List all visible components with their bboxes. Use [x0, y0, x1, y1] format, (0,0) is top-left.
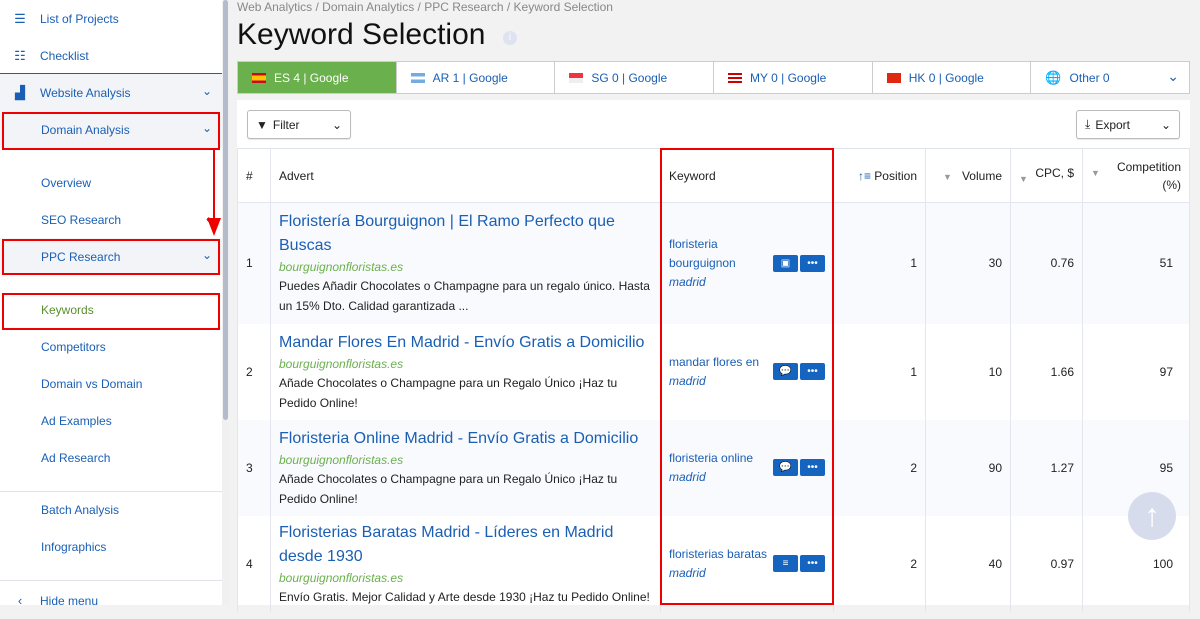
ad-url: bourguignonfloristas.es — [279, 570, 404, 585]
red-arrow — [207, 150, 221, 236]
tab-hk[interactable]: HK 0 | Google — [873, 62, 1032, 93]
cpc-value: 1.66 — [1010, 323, 1083, 420]
sidebar-scrollbar[interactable] — [222, 0, 229, 605]
search-engine-tabs: ES 4 | Google AR 1 | Google SG 0 | Googl… — [237, 61, 1190, 94]
analytics-icon: ▟ — [15, 84, 25, 100]
ad-title-link[interactable]: Floristerias Baratas Madrid - Líderes en… — [279, 521, 652, 569]
sort-icon: ▼ — [943, 171, 952, 182]
highlight-box — [2, 112, 220, 150]
competition-value: 97 — [1082, 323, 1190, 420]
tab-my[interactable]: MY 0 | Google — [714, 62, 873, 93]
advert-cell: Floristeria Online Madrid - Envío Gratis… — [270, 419, 661, 516]
chevron-down-icon: ⌄ — [1167, 68, 1180, 84]
checklist-icon: ☷ — [14, 47, 26, 63]
filter-button[interactable]: ▼ Filter ⌄ — [247, 110, 351, 139]
col-number: # — [237, 148, 271, 203]
col-cpc[interactable]: ▼ CPC, $ — [1010, 148, 1083, 203]
results-card: ▼ Filter ⌄ ⤓ Export ⌄ # Advert Keyword ↑≡ Po… — [237, 100, 1190, 612]
tab-es[interactable]: ES 4 | Google — [238, 62, 397, 93]
globe-icon: 🌐 — [1045, 69, 1062, 85]
ad-url: bourguignonfloristas.es — [279, 260, 404, 275]
chevron-down-icon: ⌄ — [1160, 117, 1171, 132]
sidebar-item-overview[interactable]: Overview — [0, 164, 222, 201]
sidebar-item-domain-vs-domain[interactable]: Domain vs Domain — [0, 365, 222, 402]
advert-cell: Mandar Flores En Madrid - Envío Gratis a… — [270, 323, 661, 420]
sidebar-item-competitors[interactable]: Competitors — [0, 328, 222, 365]
ad-description: Añade Chocolates o Champagne para un Reg… — [279, 375, 618, 410]
argentina-flag-icon — [410, 72, 425, 83]
volume-value: 90 — [925, 419, 1011, 516]
chevron-down-icon: ⌄ — [201, 84, 212, 98]
sidebar-item-seo-research[interactable]: SEO Research‹ — [0, 201, 222, 238]
export-button[interactable]: ⤓ Export ⌄ — [1076, 110, 1180, 139]
chevron-down-icon: ⌄ — [331, 117, 342, 132]
hide-menu-button[interactable]: ‹ Hide menu — [0, 582, 222, 619]
page-title: Keyword Selection — [237, 18, 486, 51]
col-advert: Advert — [270, 148, 661, 203]
advert-cell: Floristerias Baratas Madrid - Líderes en… — [270, 515, 661, 612]
sidebar-item-infographics[interactable]: Infographics — [0, 528, 222, 565]
row-number: 3 — [237, 419, 271, 516]
scroll-to-top-button[interactable]: ↑ — [1128, 492, 1176, 540]
sidebar: ☰ List of Projects ☷ Checklist ▟ Website An… — [0, 0, 222, 608]
ad-title-link[interactable]: Mandar Flores En Madrid - Envío Gratis a… — [279, 331, 652, 355]
cpc-value: 0.97 — [1010, 515, 1083, 612]
competition-value: 51 — [1082, 202, 1190, 324]
volume-value: 30 — [925, 202, 1011, 324]
tab-other[interactable]: 🌐 Other 0 ⌄ — [1031, 62, 1189, 93]
ad-title-link[interactable]: Floristeria Online Madrid - Envío Gratis… — [279, 427, 652, 451]
sidebar-item-ad-research[interactable]: Ad Research — [0, 439, 222, 476]
highlight-box — [2, 293, 220, 330]
malaysia-flag-icon — [728, 72, 743, 83]
cpc-value: 1.27 — [1010, 419, 1083, 516]
col-position[interactable]: ↑≡ Position — [833, 148, 926, 203]
position-value: 2 — [833, 515, 926, 612]
tab-sg[interactable]: SG 0 | Google — [555, 62, 715, 93]
sidebar-item-list-of-projects[interactable]: ☰ List of Projects — [0, 0, 222, 37]
tab-ar[interactable]: AR 1 | Google — [397, 62, 556, 93]
volume-value: 40 — [925, 515, 1011, 612]
ad-description: Añade Chocolates o Champagne para un Reg… — [279, 471, 618, 506]
col-competition[interactable]: ▼ Competition (%) — [1082, 148, 1190, 203]
cpc-value: 0.76 — [1010, 202, 1083, 324]
download-icon: ⤓ — [1085, 117, 1091, 131]
volume-value: 10 — [925, 323, 1011, 420]
chevron-left-icon: ‹ — [17, 593, 23, 608]
menu-icon: ☰ — [14, 10, 26, 26]
sidebar-item-batch-analysis[interactable]: Batch Analysis — [0, 491, 222, 528]
sidebar-item-checklist[interactable]: ☷ Checklist — [0, 37, 222, 74]
singapore-flag-icon — [569, 72, 584, 83]
ad-description: Puedes Añadir Chocolates o Champagne par… — [279, 279, 650, 314]
col-volume[interactable]: ▼ Volume — [925, 148, 1011, 203]
info-icon[interactable]: i — [503, 31, 517, 45]
advert-cell: Floristería Bourguignon | El Ramo Perfec… — [270, 202, 661, 324]
ad-title-link[interactable]: Floristería Bourguignon | El Ramo Perfec… — [279, 210, 652, 258]
row-number: 1 — [237, 202, 271, 324]
highlight-box — [660, 148, 834, 605]
filter-icon: ▼ — [256, 117, 268, 132]
sort-icon: ▼ — [1019, 173, 1028, 184]
spain-flag-icon — [252, 72, 266, 83]
position-value: 1 — [833, 323, 926, 420]
sidebar-item-ad-examples[interactable]: Ad Examples — [0, 402, 222, 439]
ad-description: Envío Gratis. Mejor Calidad y Arte desde… — [279, 589, 650, 604]
ad-url: bourguignonfloristas.es — [279, 452, 404, 467]
divider — [0, 580, 222, 581]
breadcrumb: Web Analytics / Domain Analytics / PPC R… — [237, 0, 613, 14]
sort-asc-icon: ↑≡ — [857, 168, 871, 183]
hong-kong-flag-icon — [886, 72, 901, 83]
row-number: 2 — [237, 323, 271, 420]
position-value: 1 — [833, 202, 926, 324]
sidebar-item-website-analysis[interactable]: ▟ Website Analysis ⌄ — [0, 74, 222, 111]
highlight-box — [2, 239, 220, 275]
sort-icon: ▼ — [1091, 167, 1100, 178]
row-number: 4 — [237, 515, 271, 612]
position-value: 2 — [833, 419, 926, 516]
ad-url: bourguignonfloristas.es — [279, 356, 404, 371]
